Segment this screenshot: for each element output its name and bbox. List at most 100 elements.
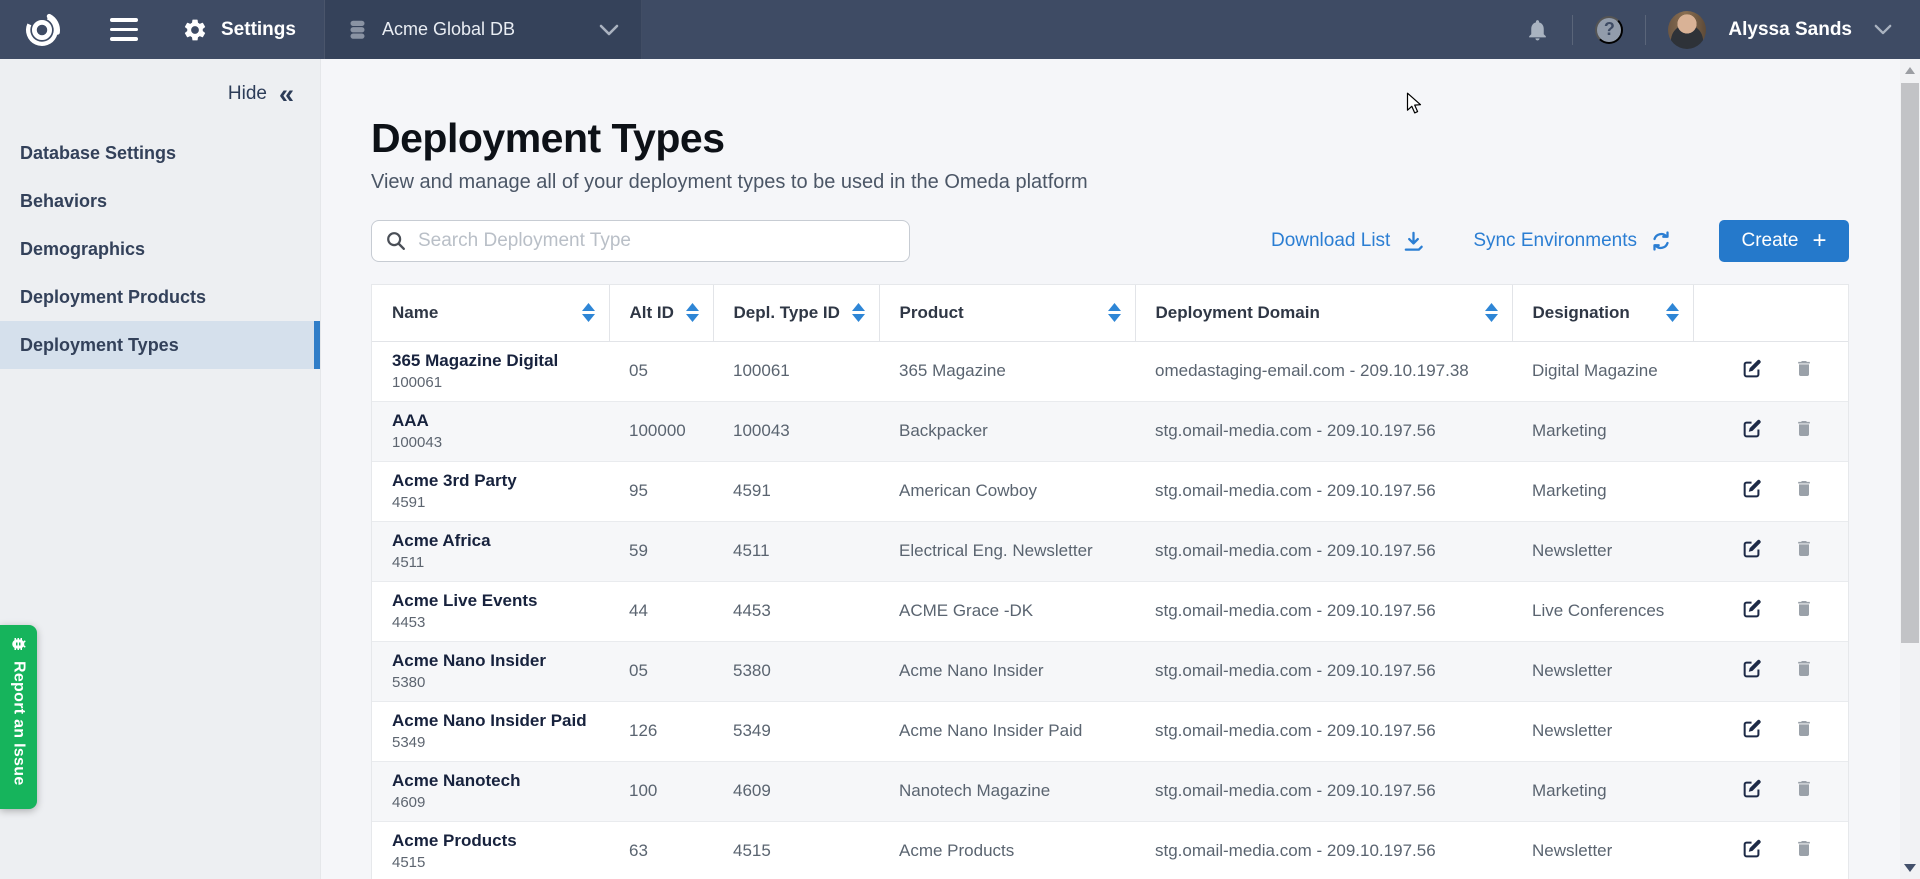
edit-pencil-icon (1741, 718, 1763, 740)
scrollbar-down-arrow[interactable] (1900, 859, 1920, 877)
delete-button[interactable] (1794, 477, 1814, 503)
sort-icon[interactable] (1108, 303, 1121, 322)
scrollbar-up-arrow[interactable] (1900, 59, 1920, 81)
row-name: Acme Nano Insider (392, 651, 595, 671)
sidebar-item-label: Deployment Types (20, 335, 179, 356)
edit-button[interactable] (1741, 718, 1763, 743)
hide-label: Hide (228, 83, 267, 105)
delete-button[interactable] (1794, 717, 1814, 743)
sort-icon[interactable] (582, 303, 595, 322)
hamburger-menu-button[interactable] (104, 12, 144, 47)
edit-button[interactable] (1741, 838, 1763, 863)
row-alt-id: 05 (609, 341, 713, 401)
table-row: Acme Nano Insider 5380 05 5380 Acme Nano… (372, 641, 1848, 701)
delete-button[interactable] (1794, 597, 1814, 623)
question-mark-icon: ? (1604, 19, 1615, 40)
collapse-chevrons-icon: « (279, 85, 294, 103)
row-designation: Newsletter (1512, 521, 1693, 581)
user-chevron-down-icon[interactable] (1874, 24, 1892, 35)
column-header-deployment-domain[interactable]: Deployment Domain (1135, 285, 1512, 341)
search-input[interactable] (371, 220, 910, 262)
trash-icon (1794, 717, 1814, 740)
gear-icon (182, 17, 208, 43)
trash-icon (1794, 837, 1814, 860)
database-selector[interactable]: Acme Global DB (324, 0, 642, 59)
database-icon (347, 18, 368, 41)
sort-icon[interactable] (852, 303, 865, 322)
column-header-name[interactable]: Name (372, 285, 609, 341)
search-box (371, 220, 910, 262)
row-designation: Newsletter (1512, 821, 1693, 879)
report-issue-button[interactable]: Report an Issue (0, 625, 37, 809)
sidebar-hide-button[interactable]: Hide « (0, 59, 320, 111)
row-designation: Marketing (1512, 761, 1693, 821)
help-button[interactable]: ? (1595, 16, 1623, 44)
edit-button[interactable] (1741, 538, 1763, 563)
row-deployment-domain: stg.omail-media.com - 209.10.197.56 (1135, 581, 1512, 641)
row-product: Nanotech Magazine (879, 761, 1135, 821)
edit-button[interactable] (1741, 778, 1763, 803)
table-row: Acme Live Events 4453 44 4453 ACME Grace… (372, 581, 1848, 641)
row-id: 100061 (392, 374, 595, 391)
chevron-down-icon (599, 24, 619, 36)
vertical-scrollbar[interactable] (1900, 59, 1920, 879)
sidebar-item-database-settings[interactable]: Database Settings (0, 129, 320, 177)
row-deployment-domain: stg.omail-media.com - 209.10.197.56 (1135, 701, 1512, 761)
sidebar-item-deployment-products[interactable]: Deployment Products (0, 273, 320, 321)
column-header-actions (1693, 285, 1848, 341)
download-icon (1402, 230, 1425, 253)
scrollbar-thumb[interactable] (1901, 83, 1919, 643)
sort-icon[interactable] (686, 303, 699, 322)
row-deployment-domain: stg.omail-media.com - 209.10.197.56 (1135, 821, 1512, 879)
table-row: Acme Nano Insider Paid 5349 126 5349 Acm… (372, 701, 1848, 761)
column-header-alt-id[interactable]: Alt ID (609, 285, 713, 341)
delete-button[interactable] (1794, 417, 1814, 443)
sidebar-item-label: Demographics (20, 239, 145, 260)
bell-icon (1525, 16, 1550, 43)
row-id: 4609 (392, 794, 595, 811)
column-header-product[interactable]: Product (879, 285, 1135, 341)
sync-environments-button[interactable]: Sync Environments (1473, 229, 1673, 253)
row-name: Acme Nanotech (392, 771, 595, 791)
sidebar-item-deployment-types[interactable]: Deployment Types (0, 321, 320, 369)
sort-icon[interactable] (1666, 303, 1679, 322)
edit-button[interactable] (1741, 598, 1763, 623)
sidebar-item-behaviors[interactable]: Behaviors (0, 177, 320, 225)
avatar[interactable] (1668, 11, 1706, 49)
row-alt-id: 100000 (609, 401, 713, 461)
column-header-depl-type-id[interactable]: Depl. Type ID (713, 285, 879, 341)
nav-settings[interactable]: Settings (182, 17, 296, 43)
row-designation: Live Conferences (1512, 581, 1693, 641)
edit-pencil-icon (1741, 538, 1763, 560)
create-button[interactable]: Create + (1719, 220, 1849, 262)
download-list-button[interactable]: Download List (1271, 230, 1425, 253)
omeda-logo[interactable] (20, 8, 64, 52)
delete-button[interactable] (1794, 357, 1814, 383)
table-row: AAA 100043 100000 100043 Backpacker stg.… (372, 401, 1848, 461)
row-designation: Newsletter (1512, 641, 1693, 701)
row-alt-id: 63 (609, 821, 713, 879)
trash-icon (1794, 357, 1814, 380)
edit-button[interactable] (1741, 418, 1763, 443)
row-alt-id: 95 (609, 461, 713, 521)
delete-button[interactable] (1794, 537, 1814, 563)
user-name[interactable]: Alyssa Sands (1728, 19, 1852, 41)
sort-icon[interactable] (1485, 303, 1498, 322)
row-product: ACME Grace -DK (879, 581, 1135, 641)
settings-sidebar: Hide « Database Settings Behaviors Demog… (0, 59, 321, 879)
row-deployment-domain: stg.omail-media.com - 209.10.197.56 (1135, 641, 1512, 701)
column-header-designation[interactable]: Designation (1512, 285, 1693, 341)
edit-button[interactable] (1741, 658, 1763, 683)
row-alt-id: 05 (609, 641, 713, 701)
row-name: Acme Live Events (392, 591, 595, 611)
edit-button[interactable] (1741, 358, 1763, 383)
edit-button[interactable] (1741, 478, 1763, 503)
delete-button[interactable] (1794, 657, 1814, 683)
row-id: 4515 (392, 854, 595, 871)
download-list-label: Download List (1271, 230, 1390, 252)
delete-button[interactable] (1794, 777, 1814, 803)
sidebar-item-label: Deployment Products (20, 287, 206, 308)
notifications-button[interactable] (1525, 16, 1550, 43)
delete-button[interactable] (1794, 837, 1814, 863)
sidebar-item-demographics[interactable]: Demographics (0, 225, 320, 273)
